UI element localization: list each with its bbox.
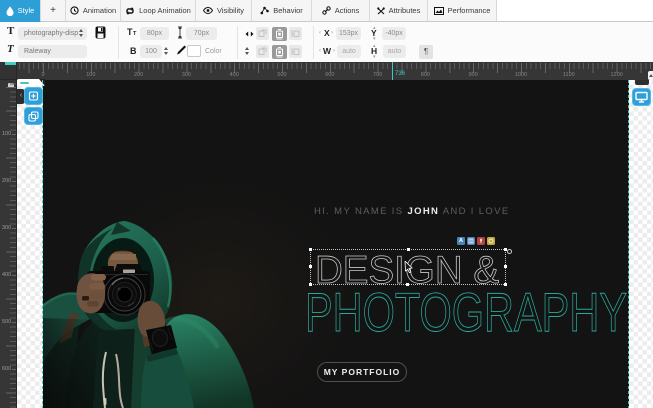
svg-text:PHOTOGRAPHY: PHOTOGRAPHY (305, 281, 627, 343)
